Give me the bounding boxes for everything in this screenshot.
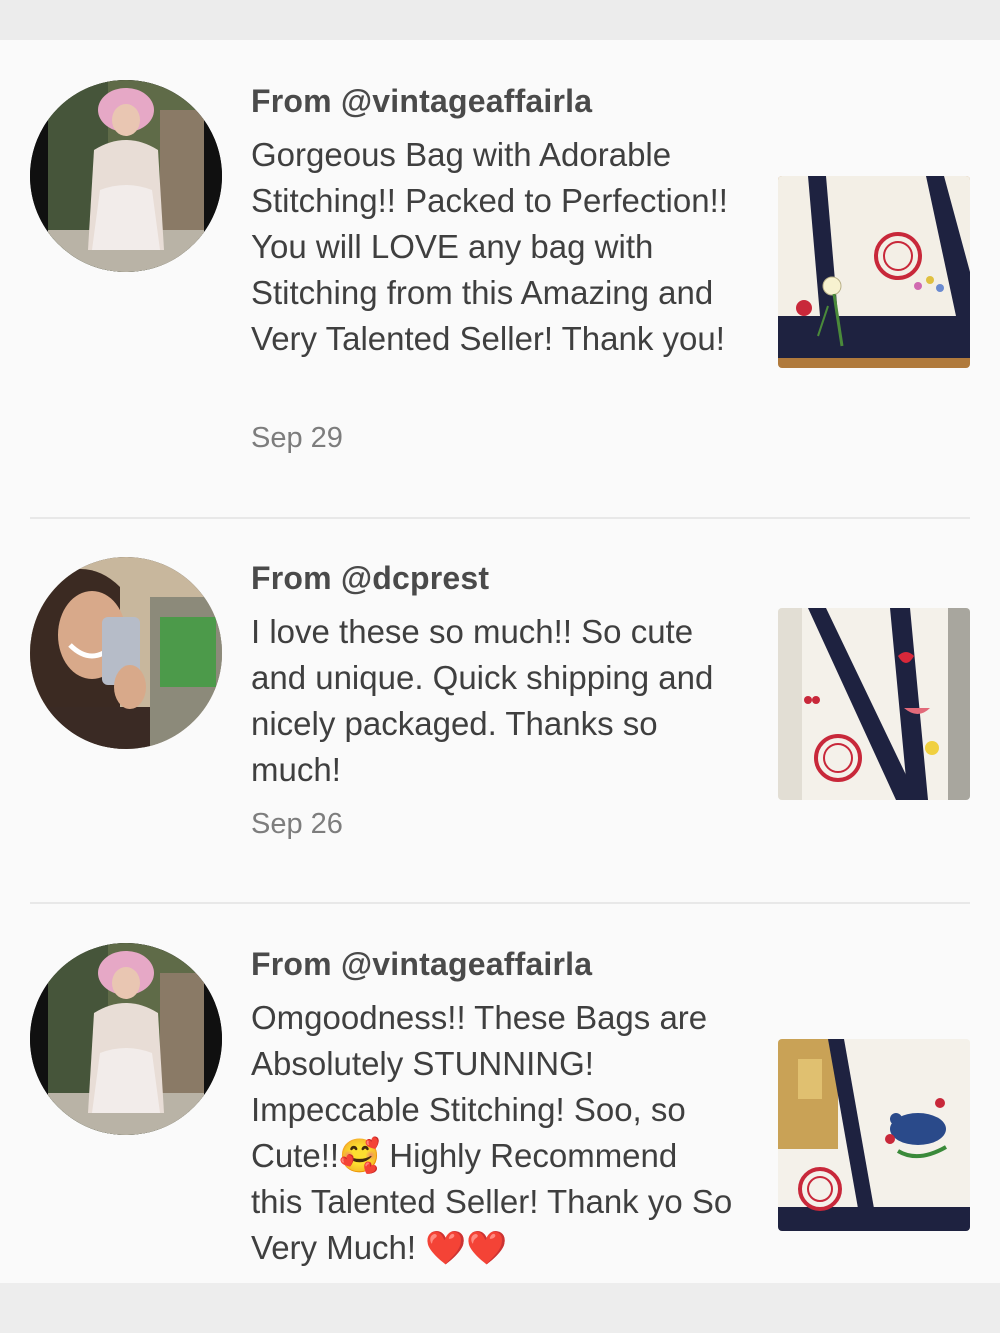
review-date: Sep 26	[251, 808, 343, 840]
review-item: From @vintageaffairla Gorgeous Bag with …	[0, 40, 1000, 518]
reviewer-handle[interactable]: From @dcprest	[251, 560, 489, 597]
review-photo[interactable]	[778, 608, 970, 800]
reviewer-avatar[interactable]	[30, 557, 222, 749]
reviewer-avatar[interactable]	[30, 80, 222, 272]
reviewer-handle[interactable]: From @vintageaffairla	[251, 946, 592, 983]
review-date: Sep 29	[251, 422, 343, 454]
review-photo[interactable]	[778, 1039, 970, 1231]
review-text: Omgoodness!! These Bags are Absolutely S…	[251, 999, 733, 1266]
reviewer-avatar[interactable]	[30, 943, 222, 1135]
review-text: I love these so much!! So cute and uniqu…	[251, 613, 714, 788]
bottom-band	[0, 1283, 1000, 1333]
top-band	[0, 0, 1000, 40]
reviewer-handle[interactable]: From @vintageaffairla	[251, 83, 592, 120]
review-photo[interactable]	[778, 176, 970, 368]
reviews-feed[interactable]: From @vintageaffairla Gorgeous Bag with …	[0, 40, 1000, 1283]
review-text: Gorgeous Bag with Adorable Stitching!! P…	[251, 136, 728, 357]
review-item: From @dcprest I love these so much!! So …	[0, 518, 1000, 904]
review-item: From @vintageaffairla Omgoodness!! These…	[0, 904, 1000, 1283]
